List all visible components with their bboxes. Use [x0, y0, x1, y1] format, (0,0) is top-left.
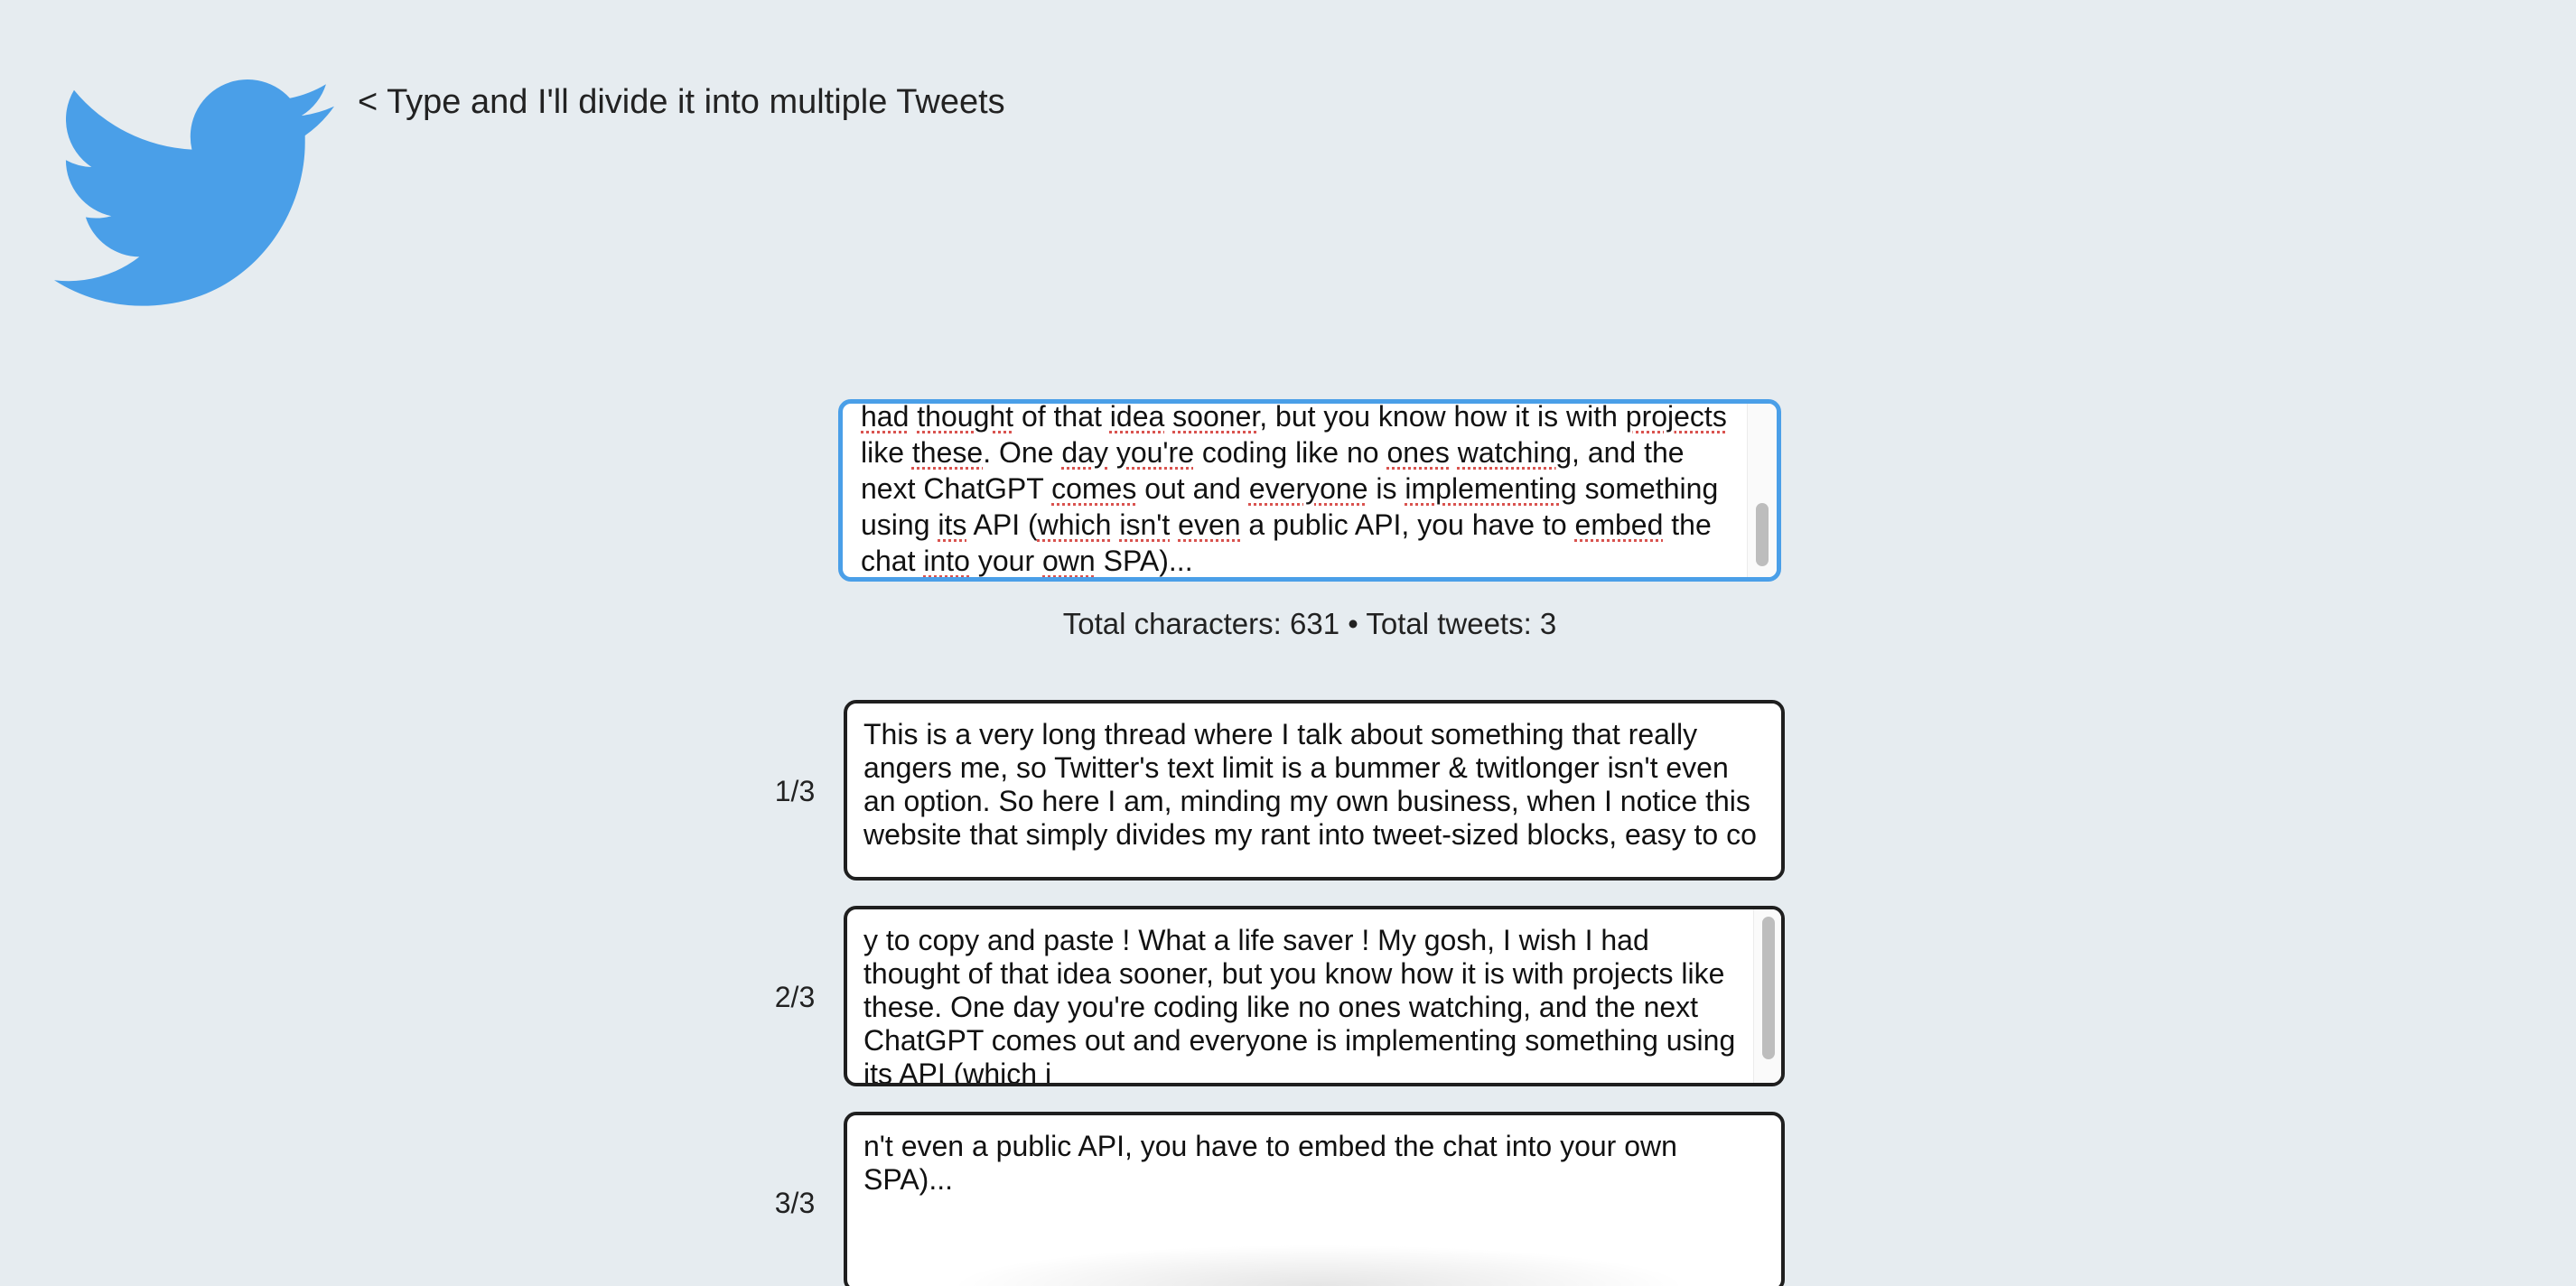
- tweet-line: n't even a public API, you have to embed…: [863, 1130, 1677, 1162]
- thread-text-content[interactable]: had thought of that idea sooner, but you…: [861, 400, 1741, 577]
- tweet-line: angers me, so Twitter's text limit is a …: [863, 751, 1729, 784]
- tweet-textarea[interactable]: This is a very long thread where I talk …: [844, 700, 1785, 881]
- tweet-line: SPA)...: [863, 1163, 953, 1196]
- tweet-textarea[interactable]: y to copy and paste ! What a life saver …: [844, 906, 1785, 1086]
- composer-line: chat into your own SPA)...: [861, 545, 1193, 577]
- tweet-line: y to copy and paste ! What a life saver …: [863, 924, 1649, 956]
- composer-scrollbar-thumb[interactable]: [1756, 503, 1769, 566]
- twitter-bird-icon: [54, 79, 334, 306]
- tweet-scrollbar[interactable]: [1753, 909, 1781, 1083]
- tweet-line: ChatGPT comes out and everyone is implem…: [863, 1024, 1736, 1057]
- composer-line: next ChatGPT comes out and everyone is i…: [861, 472, 1719, 505]
- tweet-line: website that simply divides my rant into…: [863, 818, 1757, 851]
- tweet-line: thought of that idea sooner, but you kno…: [863, 957, 1725, 990]
- character-count-summary: Total characters: 631 • Total tweets: 3: [1062, 607, 1557, 640]
- tweet-text[interactable]: n't even a public API, you have to embed…: [863, 1130, 1758, 1197]
- tweet-line: its API (which i: [863, 1058, 1052, 1086]
- tweet-line: This is a very long thread where I talk …: [863, 718, 1698, 750]
- page-tagline: < Type and I'll divide it into multiple …: [358, 83, 1005, 121]
- tweet-textarea[interactable]: n't even a public API, you have to embed…: [844, 1112, 1785, 1286]
- composer-line: had thought of that idea sooner, but you…: [861, 400, 1727, 433]
- tweet-text[interactable]: y to copy and paste ! What a life saver …: [863, 924, 1758, 1086]
- thread-text-input[interactable]: had thought of that idea sooner, but you…: [838, 399, 1781, 582]
- tweet-line: an option. So here I am, minding my own …: [863, 785, 1750, 817]
- composer-line: like these. One day you're coding like n…: [861, 436, 1685, 469]
- composer-line: using its API (which isn't even a public…: [861, 508, 1712, 541]
- tweet-text[interactable]: This is a very long thread where I talk …: [863, 718, 1758, 852]
- page: < Type and I'll divide it into multiple …: [0, 0, 2576, 1286]
- composer-scrollbar[interactable]: [1747, 404, 1777, 577]
- tweet-number: 3/3: [774, 1187, 816, 1219]
- tweet-line: these. One day you're coding like no one…: [863, 991, 1699, 1023]
- tweet-number: 2/3: [774, 981, 816, 1013]
- tweet-scrollbar-thumb[interactable]: [1762, 917, 1775, 1059]
- tweet-number: 1/3: [774, 775, 816, 807]
